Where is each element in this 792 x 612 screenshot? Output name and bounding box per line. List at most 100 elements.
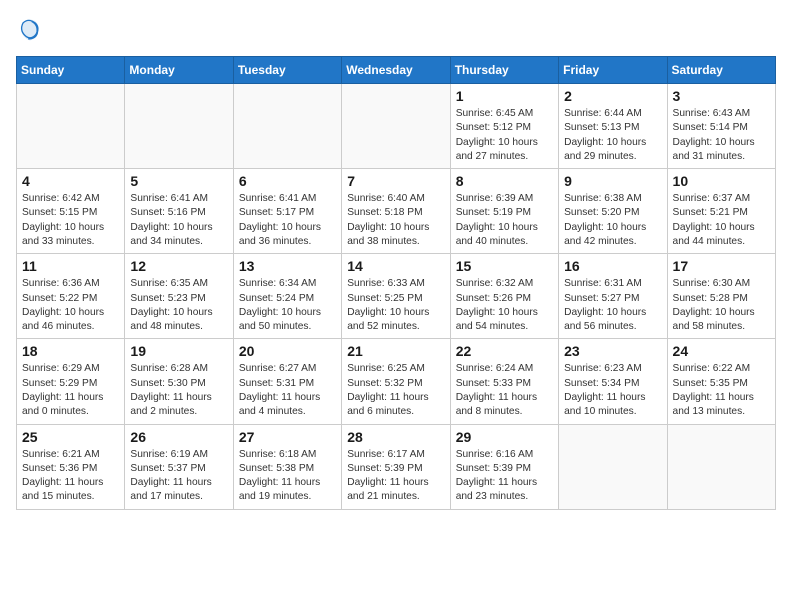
day-info: Sunrise: 6:31 AM Sunset: 5:27 PM Dayligh… [564, 277, 661, 334]
day-of-week-header: Thursday [450, 57, 558, 84]
day-number: 14 [347, 258, 444, 274]
day-number: 20 [239, 343, 336, 359]
day-info: Sunrise: 6:41 AM Sunset: 5:16 PM Dayligh… [130, 192, 227, 249]
day-info: Sunrise: 6:17 AM Sunset: 5:39 PM Dayligh… [347, 448, 444, 505]
calendar-week-row: 25 Sunrise: 6:21 AM Sunset: 5:36 PM Dayli… [17, 424, 776, 509]
calendar-cell: 5 Sunrise: 6:41 AM Sunset: 5:16 PM Daylig… [125, 169, 233, 254]
calendar-cell [559, 424, 667, 509]
day-of-week-header: Friday [559, 57, 667, 84]
calendar-week-row: 1Sunrise: 6:45 AM Sunset: 5:12 PM Daylig… [17, 84, 776, 169]
calendar-cell [125, 84, 233, 169]
day-number: 3 [673, 88, 770, 104]
calendar-cell: 20 Sunrise: 6:27 AM Sunset: 5:31 PM Dayli… [233, 339, 341, 424]
day-number: 29 [456, 429, 553, 445]
day-info: Sunrise: 6:38 AM Sunset: 5:20 PM Dayligh… [564, 192, 661, 249]
day-of-week-header: Sunday [17, 57, 125, 84]
calendar-cell: 25 Sunrise: 6:21 AM Sunset: 5:36 PM Dayli… [17, 424, 125, 509]
day-number: 2 [564, 88, 661, 104]
calendar-week-row: 18 Sunrise: 6:29 AM Sunset: 5:29 PM Dayli… [17, 339, 776, 424]
calendar-cell: 26 Sunrise: 6:19 AM Sunset: 5:37 PM Dayli… [125, 424, 233, 509]
calendar-cell: 14 Sunrise: 6:33 AM Sunset: 5:25 PM Dayli… [342, 254, 450, 339]
day-info: Sunrise: 6:28 AM Sunset: 5:30 PM Dayligh… [130, 362, 227, 419]
day-info: Sunrise: 6:43 AM Sunset: 5:14 PM Dayligh… [673, 107, 770, 164]
calendar-cell: 2 Sunrise: 6:44 AM Sunset: 5:13 PM Daylig… [559, 84, 667, 169]
day-info: Sunrise: 6:37 AM Sunset: 5:21 PM Dayligh… [673, 192, 770, 249]
day-of-week-header: Tuesday [233, 57, 341, 84]
day-number: 21 [347, 343, 444, 359]
day-info: Sunrise: 6:44 AM Sunset: 5:13 PM Dayligh… [564, 107, 661, 164]
calendar-cell: 23Sunrise: 6:23 AM Sunset: 5:34 PM Dayli… [559, 339, 667, 424]
day-info: Sunrise: 6:19 AM Sunset: 5:37 PM Dayligh… [130, 448, 227, 505]
day-of-week-header: Monday [125, 57, 233, 84]
calendar-cell [17, 84, 125, 169]
day-info: Sunrise: 6:39 AM Sunset: 5:19 PM Dayligh… [456, 192, 553, 249]
calendar-cell: 6Sunrise: 6:41 AM Sunset: 5:17 PM Daylig… [233, 169, 341, 254]
day-info: Sunrise: 6:23 AM Sunset: 5:34 PM Dayligh… [564, 362, 661, 419]
calendar-cell: 19 Sunrise: 6:28 AM Sunset: 5:30 PM Dayli… [125, 339, 233, 424]
calendar-cell: 15Sunrise: 6:32 AM Sunset: 5:26 PM Dayli… [450, 254, 558, 339]
logo [16, 16, 48, 44]
day-number: 19 [130, 343, 227, 359]
calendar-cell: 27 Sunrise: 6:18 AM Sunset: 5:38 PM Dayli… [233, 424, 341, 509]
day-of-week-header: Wednesday [342, 57, 450, 84]
day-number: 7 [347, 173, 444, 189]
day-number: 17 [673, 258, 770, 274]
calendar-cell: 24 Sunrise: 6:22 AM Sunset: 5:35 PM Dayli… [667, 339, 775, 424]
day-number: 18 [22, 343, 119, 359]
day-info: Sunrise: 6:22 AM Sunset: 5:35 PM Dayligh… [673, 362, 770, 419]
day-info: Sunrise: 6:36 AM Sunset: 5:22 PM Dayligh… [22, 277, 119, 334]
calendar-cell [342, 84, 450, 169]
day-number: 24 [673, 343, 770, 359]
day-number: 1 [456, 88, 553, 104]
day-info: Sunrise: 6:41 AM Sunset: 5:17 PM Dayligh… [239, 192, 336, 249]
day-info: Sunrise: 6:25 AM Sunset: 5:32 PM Dayligh… [347, 362, 444, 419]
day-number: 12 [130, 258, 227, 274]
calendar-cell: 17 Sunrise: 6:30 AM Sunset: 5:28 PM Dayli… [667, 254, 775, 339]
calendar-cell: 29 Sunrise: 6:16 AM Sunset: 5:39 PM Dayli… [450, 424, 558, 509]
calendar-cell: 9 Sunrise: 6:38 AM Sunset: 5:20 PM Daylig… [559, 169, 667, 254]
page-header [16, 16, 776, 44]
calendar-cell: 4 Sunrise: 6:42 AM Sunset: 5:15 PM Daylig… [17, 169, 125, 254]
day-info: Sunrise: 6:27 AM Sunset: 5:31 PM Dayligh… [239, 362, 336, 419]
calendar-cell: 10 Sunrise: 6:37 AM Sunset: 5:21 PM Dayli… [667, 169, 775, 254]
calendar-header-row: SundayMondayTuesdayWednesdayThursdayFrid… [17, 57, 776, 84]
calendar-cell: 8 Sunrise: 6:39 AM Sunset: 5:19 PM Daylig… [450, 169, 558, 254]
day-number: 25 [22, 429, 119, 445]
calendar-cell: 11 Sunrise: 6:36 AM Sunset: 5:22 PM Dayli… [17, 254, 125, 339]
day-number: 13 [239, 258, 336, 274]
day-number: 26 [130, 429, 227, 445]
calendar-cell: 16 Sunrise: 6:31 AM Sunset: 5:27 PM Dayli… [559, 254, 667, 339]
day-number: 5 [130, 173, 227, 189]
calendar-week-row: 11 Sunrise: 6:36 AM Sunset: 5:22 PM Dayli… [17, 254, 776, 339]
day-info: Sunrise: 6:35 AM Sunset: 5:23 PM Dayligh… [130, 277, 227, 334]
day-info: Sunrise: 6:42 AM Sunset: 5:15 PM Dayligh… [22, 192, 119, 249]
calendar-cell [233, 84, 341, 169]
day-number: 28 [347, 429, 444, 445]
day-number: 15 [456, 258, 553, 274]
day-number: 11 [22, 258, 119, 274]
calendar-cell: 22Sunrise: 6:24 AM Sunset: 5:33 PM Dayli… [450, 339, 558, 424]
day-number: 10 [673, 173, 770, 189]
day-info: Sunrise: 6:34 AM Sunset: 5:24 PM Dayligh… [239, 277, 336, 334]
day-info: Sunrise: 6:33 AM Sunset: 5:25 PM Dayligh… [347, 277, 444, 334]
day-number: 16 [564, 258, 661, 274]
day-number: 22 [456, 343, 553, 359]
day-info: Sunrise: 6:30 AM Sunset: 5:28 PM Dayligh… [673, 277, 770, 334]
day-info: Sunrise: 6:29 AM Sunset: 5:29 PM Dayligh… [22, 362, 119, 419]
day-number: 4 [22, 173, 119, 189]
day-info: Sunrise: 6:18 AM Sunset: 5:38 PM Dayligh… [239, 448, 336, 505]
calendar-cell: 12 Sunrise: 6:35 AM Sunset: 5:23 PM Dayli… [125, 254, 233, 339]
calendar-cell [667, 424, 775, 509]
calendar-cell: 18 Sunrise: 6:29 AM Sunset: 5:29 PM Dayli… [17, 339, 125, 424]
day-info: Sunrise: 6:40 AM Sunset: 5:18 PM Dayligh… [347, 192, 444, 249]
day-info: Sunrise: 6:21 AM Sunset: 5:36 PM Dayligh… [22, 448, 119, 505]
day-of-week-header: Saturday [667, 57, 775, 84]
calendar-cell: 1Sunrise: 6:45 AM Sunset: 5:12 PM Daylig… [450, 84, 558, 169]
day-info: Sunrise: 6:16 AM Sunset: 5:39 PM Dayligh… [456, 448, 553, 505]
day-number: 8 [456, 173, 553, 189]
calendar-cell: 21 Sunrise: 6:25 AM Sunset: 5:32 PM Dayli… [342, 339, 450, 424]
day-number: 9 [564, 173, 661, 189]
logo-icon [16, 16, 44, 44]
day-number: 27 [239, 429, 336, 445]
calendar-cell: 28 Sunrise: 6:17 AM Sunset: 5:39 PM Dayli… [342, 424, 450, 509]
